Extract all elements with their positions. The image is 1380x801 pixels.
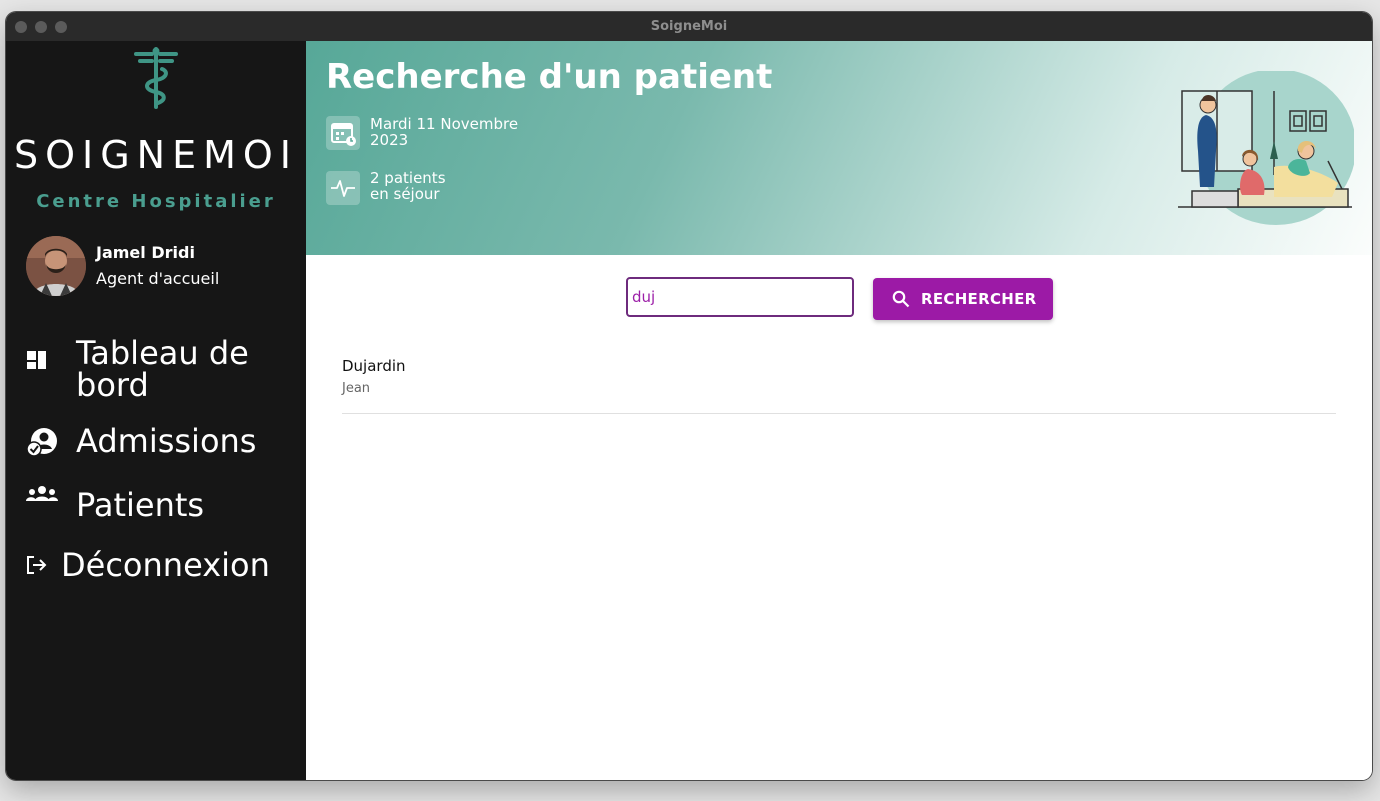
caduceus-logo-icon <box>132 47 180 115</box>
window-title: SoigneMoi <box>650 19 728 34</box>
nav-label-dashboard: Tableau de bord <box>76 334 249 404</box>
stay-line-2: en séjour <box>370 185 440 203</box>
hospital-room-illustration <box>1178 69 1356 235</box>
main-content: Recherche d'un patient Mardi 11 Novembre… <box>306 41 1372 780</box>
page-header: Recherche d'un patient Mardi 11 Novembre… <box>306 41 1372 255</box>
date-line-2: 2023 <box>370 131 409 149</box>
group-icon <box>26 485 58 509</box>
heartbeat-icon <box>326 171 360 205</box>
patient-first-name: Jean <box>342 381 371 396</box>
nav-item-admissions[interactable]: Admissions <box>6 421 306 461</box>
page-title: Recherche d'un patient <box>326 57 773 97</box>
search-input[interactable] <box>626 277 854 317</box>
user-role: Agent d'accueil <box>96 269 220 288</box>
brand-name: SOIGNEMOI <box>13 133 299 177</box>
title-bar: SoigneMoi <box>6 12 1372 42</box>
admission-icon <box>26 427 60 461</box>
stay-count: 2 patients en séjour <box>370 170 540 202</box>
search-icon <box>892 290 910 312</box>
user-name: Jamel Dridi <box>96 243 195 262</box>
search-button[interactable]: RECHERCHER <box>873 278 1053 320</box>
logout-icon <box>26 555 48 579</box>
nav-item-logout[interactable]: Déconnexion <box>6 541 306 581</box>
nav-item-patients[interactable]: Patients <box>6 481 306 521</box>
avatar <box>26 236 86 296</box>
current-date: Mardi 11 Novembre 2023 <box>370 116 540 148</box>
app-window: SoigneMoi SOIGNEMOI Centre Hospitalier J… <box>6 12 1372 780</box>
dashboard-icon <box>26 349 48 375</box>
search-button-label: RECHERCHER <box>921 290 1037 308</box>
nav-label-patients: Patients <box>76 486 205 524</box>
nav-label-logout: Déconnexion <box>61 546 270 584</box>
date-line-1: Mardi 11 Novembre <box>370 115 519 133</box>
nav-item-dashboard[interactable]: Tableau de bord <box>6 333 306 401</box>
nav-label-admissions: Admissions <box>76 422 257 460</box>
patient-list-item[interactable]: Dujardin Jean <box>342 341 1336 414</box>
sidebar: SOIGNEMOI Centre Hospitalier Jamel Dridi… <box>6 41 306 780</box>
brand-subtitle: Centre Hospitalier <box>36 191 276 212</box>
calendar-icon <box>326 116 360 150</box>
patient-last-name: Dujardin <box>342 357 406 375</box>
stay-line-1: 2 patients <box>370 169 446 187</box>
